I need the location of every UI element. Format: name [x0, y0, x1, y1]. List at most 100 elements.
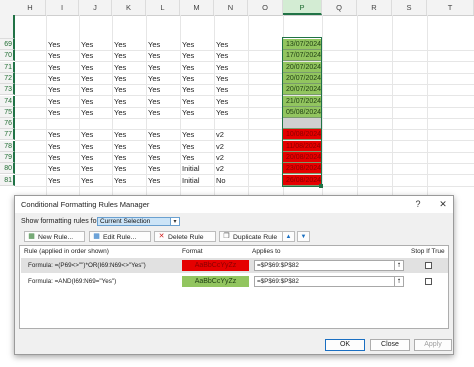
cell-p[interactable]: 10/08/2024 — [283, 129, 322, 140]
fill-handle[interactable] — [319, 184, 323, 188]
cell-m[interactable]: Yes — [182, 84, 194, 95]
row-header[interactable]: 75 — [0, 107, 15, 118]
cell-m[interactable]: Initial — [182, 175, 200, 186]
cell-m[interactable]: Yes — [182, 96, 194, 107]
cell-l[interactable]: Yes — [148, 129, 160, 140]
cell-n[interactable]: No — [216, 175, 226, 186]
applies-to-field[interactable]: =$P$69:$P$82 — [254, 276, 402, 287]
column-header-l[interactable]: L — [146, 0, 180, 15]
dialog-titlebar[interactable]: Conditional Formatting Rules Manager ? ✕ — [15, 196, 453, 213]
row-header[interactable]: 73 — [0, 84, 15, 95]
delete-rule-button[interactable]: ✕ Delete Rule — [154, 231, 216, 242]
move-up-arrow-icon[interactable]: ▲ — [282, 231, 295, 242]
cell-p[interactable]: 20/08/2024 — [283, 152, 322, 163]
cell-i[interactable]: Yes — [48, 141, 60, 152]
cell-n[interactable]: Yes — [216, 107, 228, 118]
applies-to-field[interactable]: =$P$69:$P$82 — [254, 260, 402, 271]
stop-if-true-checkbox[interactable] — [425, 278, 432, 285]
show-rules-dropdown[interactable]: Current Selection — [97, 217, 179, 226]
column-header-s[interactable]: S — [392, 0, 427, 15]
row-header[interactable]: 79 — [0, 152, 15, 163]
cell-k[interactable]: Yes — [114, 141, 126, 152]
cell-p[interactable]: 13/07/2024 — [283, 39, 322, 50]
cell-m[interactable]: Yes — [182, 62, 194, 73]
range-picker-icon[interactable]: 🠕 — [394, 260, 404, 271]
cell-m[interactable]: Yes — [182, 73, 194, 84]
cell-p[interactable]: 05/08/2024 — [283, 107, 322, 118]
cell-n[interactable]: v2 — [216, 129, 224, 140]
cell-n[interactable]: Yes — [216, 84, 228, 95]
stop-if-true-checkbox[interactable] — [425, 262, 432, 269]
cell-j[interactable]: Yes — [81, 152, 93, 163]
cell-k[interactable]: Yes — [114, 107, 126, 118]
cell-l[interactable]: Yes — [148, 96, 160, 107]
row-header[interactable]: 76 — [0, 118, 15, 129]
cell-n[interactable]: Yes — [216, 39, 228, 50]
cell-l[interactable]: Yes — [148, 163, 160, 174]
row-header[interactable]: 81 — [0, 175, 15, 186]
cell-j[interactable]: Yes — [81, 84, 93, 95]
cell-l[interactable]: Yes — [148, 152, 160, 163]
cell-p[interactable]: 11/08/2024 — [283, 141, 322, 152]
row-header[interactable]: 77 — [0, 129, 15, 140]
cell-k[interactable]: Yes — [114, 84, 126, 95]
cell-j[interactable]: Yes — [81, 175, 93, 186]
cell-i[interactable]: Yes — [48, 107, 60, 118]
cell-p[interactable]: 20/07/2024 — [283, 62, 322, 73]
row-header[interactable]: 69 — [0, 39, 15, 50]
column-header-p[interactable]: P — [283, 0, 322, 15]
column-header-j[interactable]: J — [79, 0, 112, 15]
cell-j[interactable]: Yes — [81, 107, 93, 118]
cell-l[interactable]: Yes — [148, 107, 160, 118]
close-x-button[interactable]: ✕ — [436, 198, 450, 211]
cell-n[interactable]: Yes — [216, 62, 228, 73]
cell-p[interactable]: 23/08/2024 — [283, 163, 322, 174]
column-header-q[interactable]: Q — [322, 0, 357, 15]
cell-i[interactable]: Yes — [48, 39, 60, 50]
cell-i[interactable]: Yes — [48, 129, 60, 140]
column-header-n[interactable]: N — [214, 0, 248, 15]
cell-m[interactable]: Yes — [182, 152, 194, 163]
cell-k[interactable]: Yes — [114, 62, 126, 73]
cell-l[interactable]: Yes — [148, 50, 160, 61]
cell-i[interactable]: Yes — [48, 73, 60, 84]
cell-j[interactable]: Yes — [81, 141, 93, 152]
column-header-i[interactable]: I — [46, 0, 79, 15]
cell-i[interactable]: Yes — [48, 163, 60, 174]
cell-k[interactable]: Yes — [114, 96, 126, 107]
rule-row[interactable]: Formula: =AND(I69:N69="Yes") AaBbCcYyZz … — [21, 274, 448, 289]
cell-p[interactable]: 21/07/2024 — [283, 96, 322, 107]
cell-m[interactable]: Initial — [182, 163, 200, 174]
cell-l[interactable]: Yes — [148, 175, 160, 186]
cell-p[interactable]: 20/07/2024 — [283, 84, 322, 95]
cell-n[interactable]: Yes — [216, 50, 228, 61]
cell-n[interactable]: v2 — [216, 163, 224, 174]
cell-l[interactable]: Yes — [148, 73, 160, 84]
new-rule-button[interactable]: ▦ New Rule... — [24, 231, 85, 242]
cell-l[interactable]: Yes — [148, 62, 160, 73]
row-header[interactable]: 71 — [0, 62, 15, 73]
cell-p[interactable]: 20/07/2024 — [283, 73, 322, 84]
cell-j[interactable]: Yes — [81, 39, 93, 50]
ok-button[interactable]: OK — [325, 339, 365, 351]
cell-n[interactable]: v2 — [216, 152, 224, 163]
cell-k[interactable]: Yes — [114, 175, 126, 186]
cell-j[interactable]: Yes — [81, 73, 93, 84]
cell-n[interactable]: Yes — [216, 96, 228, 107]
move-down-arrow-icon[interactable]: ▼ — [297, 231, 310, 242]
column-header-o[interactable]: O — [248, 0, 283, 15]
help-button[interactable]: ? — [411, 198, 425, 211]
column-header-m[interactable]: M — [180, 0, 214, 15]
cell-i[interactable]: Yes — [48, 62, 60, 73]
cell-m[interactable]: Yes — [182, 39, 194, 50]
cell-j[interactable]: Yes — [81, 96, 93, 107]
range-picker-icon[interactable]: 🠕 — [394, 276, 404, 287]
edit-rule-button[interactable]: ▦ Edit Rule... — [89, 231, 151, 242]
column-header-k[interactable]: K — [112, 0, 146, 15]
cell-i[interactable]: Yes — [48, 84, 60, 95]
close-button[interactable]: Close — [370, 339, 410, 351]
cell-m[interactable]: Yes — [182, 50, 194, 61]
cell-i[interactable]: Yes — [48, 50, 60, 61]
cell-i[interactable]: Yes — [48, 96, 60, 107]
column-header-r[interactable]: R — [357, 0, 392, 15]
